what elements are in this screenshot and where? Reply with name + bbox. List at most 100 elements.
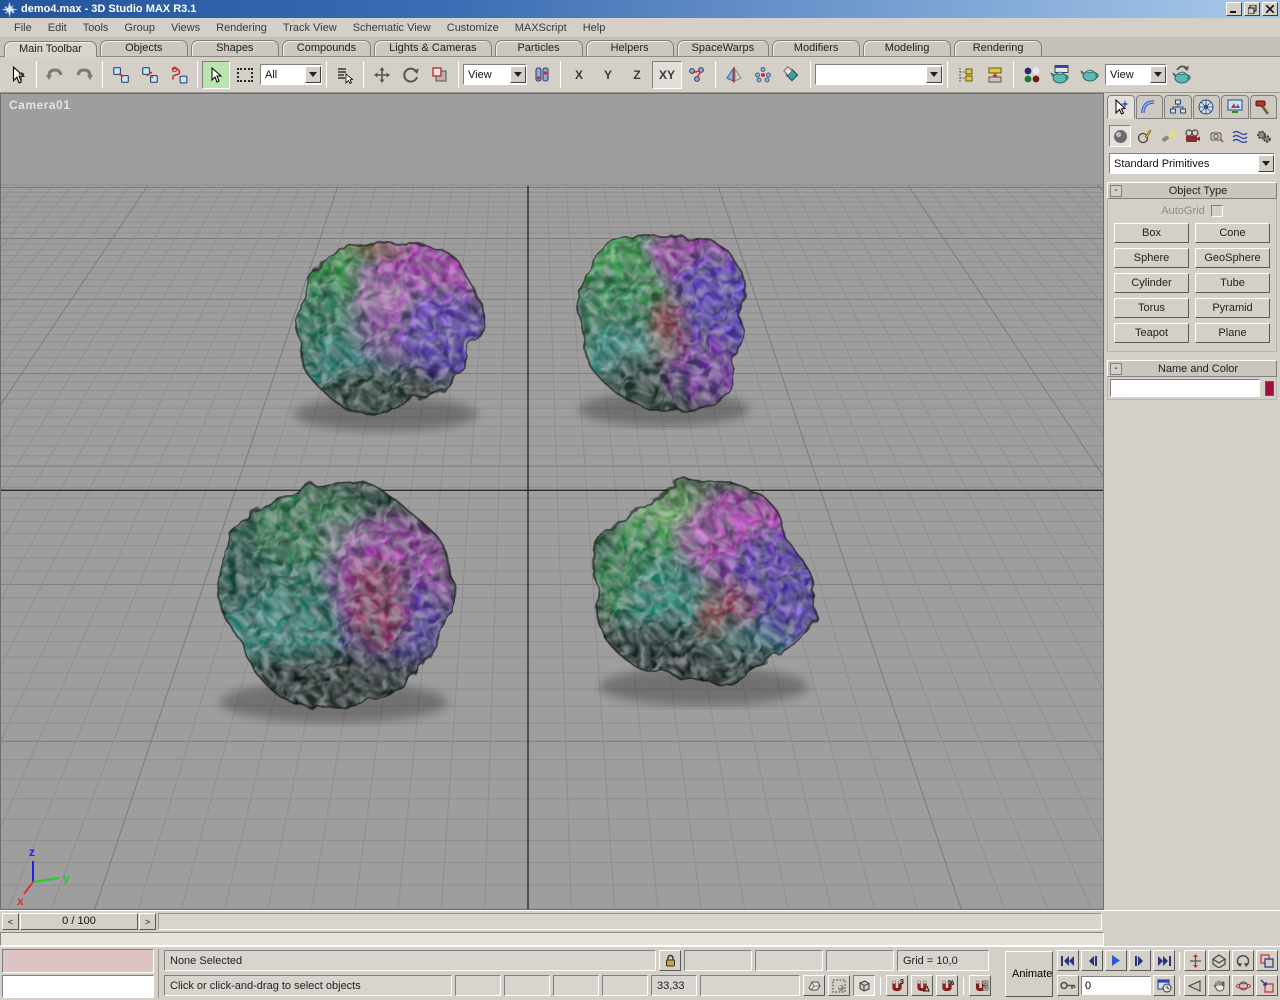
- tab-display[interactable]: [1221, 95, 1249, 119]
- min-max-toggle-button[interactable]: [1256, 950, 1278, 971]
- use-pivot-center-button[interactable]: [528, 60, 556, 89]
- autogrid-checkbox[interactable]: [1210, 205, 1223, 217]
- select-object-button[interactable]: [202, 60, 230, 89]
- named-selection-dropdown[interactable]: [815, 64, 944, 85]
- reference-coordinate-dropdown[interactable]: View: [463, 64, 527, 85]
- menu-item[interactable]: File: [6, 20, 40, 36]
- dropdown-arrow-icon[interactable]: [1150, 66, 1167, 83]
- menu-item[interactable]: Rendering: [208, 20, 275, 36]
- track-bar[interactable]: [0, 932, 1104, 946]
- object-type-rollout-header[interactable]: - Object Type: [1107, 182, 1277, 199]
- object-type-button[interactable]: Tube: [1195, 273, 1270, 293]
- subobject-selection-button[interactable]: [828, 975, 850, 996]
- crossing-selection-toggle[interactable]: [853, 975, 875, 996]
- redo-button[interactable]: [70, 60, 98, 89]
- percent-snap-toggle-button[interactable]: %: [936, 975, 958, 996]
- array-button[interactable]: [749, 60, 778, 89]
- object-name-input[interactable]: [1110, 379, 1260, 397]
- tab-utilities[interactable]: [1249, 95, 1277, 119]
- time-slider-handle[interactable]: 0 / 100: [20, 913, 138, 930]
- category-geometry[interactable]: [1109, 125, 1131, 147]
- selection-region-button[interactable]: [231, 60, 259, 89]
- render-type-dropdown[interactable]: View: [1105, 64, 1168, 85]
- coord-y-field[interactable]: [755, 950, 823, 971]
- object-color-swatch[interactable]: [1265, 380, 1274, 396]
- dropdown-arrow-icon[interactable]: [510, 66, 526, 83]
- play-button[interactable]: [1105, 950, 1127, 971]
- angle-snap-toggle-button[interactable]: [911, 975, 933, 996]
- object-type-button[interactable]: Plane: [1195, 323, 1270, 343]
- mirror-button[interactable]: [720, 60, 749, 89]
- tab-motion[interactable]: [1192, 95, 1220, 119]
- listener-pane[interactable]: [2, 974, 154, 998]
- category-cameras[interactable]: [1181, 125, 1203, 147]
- restrict-x-button[interactable]: X: [565, 60, 593, 89]
- rock-object[interactable]: [548, 200, 781, 438]
- rock-object[interactable]: [562, 454, 847, 719]
- coord-z-field[interactable]: [826, 950, 894, 971]
- category-helpers[interactable]: [1205, 125, 1227, 147]
- animate-button[interactable]: Animate: [1005, 950, 1053, 997]
- menu-item[interactable]: Edit: [40, 20, 75, 36]
- rock-object[interactable]: [179, 452, 489, 737]
- next-frame-arrow[interactable]: >: [139, 913, 156, 930]
- maximize-button[interactable]: [1244, 2, 1260, 16]
- open-track-view-button[interactable]: [952, 60, 981, 89]
- time-configuration-button[interactable]: [1153, 975, 1175, 996]
- bind-to-spacewarp-button[interactable]: [165, 60, 193, 89]
- help-mode-button[interactable]: ?: [4, 60, 32, 89]
- toolbar-tab[interactable]: Objects: [99, 40, 188, 56]
- field-of-view-button[interactable]: [1184, 975, 1206, 996]
- menu-item[interactable]: Views: [163, 20, 208, 36]
- minimize-button[interactable]: [1226, 2, 1242, 16]
- render-last-button[interactable]: [1168, 60, 1197, 89]
- open-schematic-view-button[interactable]: [981, 60, 1010, 89]
- unlink-selection-button[interactable]: [136, 60, 164, 89]
- object-type-button[interactable]: Teapot: [1114, 323, 1189, 343]
- collapse-icon[interactable]: -: [1110, 184, 1122, 197]
- menu-item[interactable]: Group: [116, 20, 163, 36]
- dropdown-arrow-icon[interactable]: [1258, 155, 1274, 172]
- rock-objects-layer[interactable]: [1, 94, 1103, 909]
- menu-item[interactable]: Customize: [439, 20, 507, 36]
- ik-toggle-button[interactable]: [683, 60, 712, 89]
- camera-viewport[interactable]: Camera01 z y x: [0, 93, 1104, 910]
- toolbar-tab[interactable]: Particles: [494, 40, 583, 56]
- orbit-camera-button[interactable]: [1232, 950, 1254, 971]
- spinner-snap-toggle-button[interactable]: [969, 975, 991, 996]
- macro-recorder-pane[interactable]: [2, 949, 154, 973]
- region-zoom-button[interactable]: [1256, 975, 1278, 996]
- selection-filter-dropdown[interactable]: All: [260, 64, 322, 85]
- zoom-extents-button[interactable]: [1208, 950, 1230, 971]
- object-type-button[interactable]: Pyramid: [1195, 298, 1270, 318]
- select-and-rotate-button[interactable]: [397, 60, 425, 89]
- category-lights[interactable]: [1157, 125, 1179, 147]
- dropdown-arrow-icon[interactable]: [305, 66, 321, 83]
- close-button[interactable]: [1262, 2, 1278, 16]
- material-editor-button[interactable]: [1018, 60, 1047, 89]
- toolbar-tab[interactable]: Modeling: [863, 40, 952, 56]
- toolbar-tab[interactable]: Shapes: [190, 40, 279, 56]
- category-shapes[interactable]: [1133, 125, 1155, 147]
- current-frame-field[interactable]: [1081, 976, 1151, 995]
- tab-modify[interactable]: [1135, 95, 1163, 119]
- next-frame-button[interactable]: [1129, 950, 1151, 971]
- quick-render-button[interactable]: [1076, 60, 1105, 89]
- collapse-icon[interactable]: -: [1110, 362, 1122, 375]
- toolbar-tab[interactable]: Rendering: [954, 40, 1043, 56]
- tab-create[interactable]: [1107, 95, 1135, 119]
- subcategory-dropdown[interactable]: Standard Primitives: [1109, 153, 1275, 174]
- goto-end-button[interactable]: [1153, 950, 1175, 971]
- menu-item[interactable]: Schematic View: [345, 20, 439, 36]
- select-and-move-button[interactable]: [368, 60, 396, 89]
- undo-button[interactable]: [41, 60, 69, 89]
- object-type-button[interactable]: GeoSphere: [1195, 248, 1270, 268]
- object-type-button[interactable]: Box: [1114, 223, 1189, 243]
- align-button[interactable]: [778, 60, 807, 89]
- category-systems[interactable]: [1253, 125, 1275, 147]
- object-type-button[interactable]: Cone: [1195, 223, 1270, 243]
- previous-frame-arrow[interactable]: <: [2, 913, 19, 930]
- dolly-camera-button[interactable]: [1184, 950, 1206, 971]
- key-mode-toggle[interactable]: [1057, 975, 1079, 996]
- restrict-y-button[interactable]: Y: [594, 60, 622, 89]
